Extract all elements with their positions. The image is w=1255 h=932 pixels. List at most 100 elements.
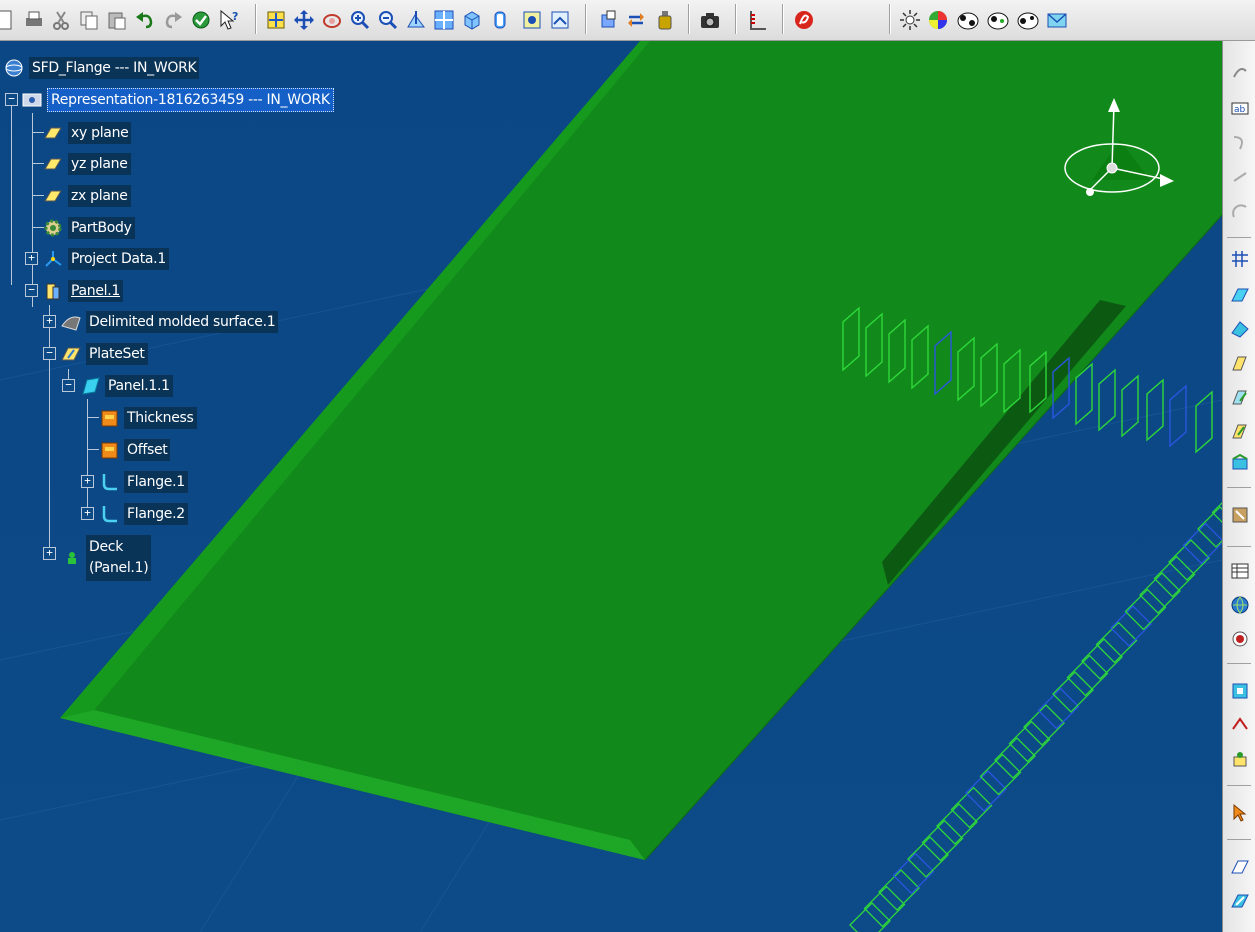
- hide-show-icon[interactable]: [520, 7, 544, 33]
- table-icon[interactable]: [1227, 557, 1253, 585]
- tree-item-thickness[interactable]: Thickness: [98, 405, 197, 431]
- toolbar-separator: [1227, 839, 1251, 840]
- zoom-out-icon[interactable]: [376, 7, 400, 33]
- fit-all-in-icon[interactable]: [264, 7, 288, 33]
- line-icon[interactable]: [1227, 163, 1253, 191]
- tree-item-yz-plane-label: yz plane: [68, 153, 131, 175]
- normal-view-icon[interactable]: [404, 7, 428, 33]
- collapse-toggle[interactable]: −: [43, 347, 56, 360]
- tree-item-deck[interactable]: Deck (Panel.1): [60, 535, 152, 581]
- collapse-toggle[interactable]: −: [62, 379, 75, 392]
- tree-item-flange-1[interactable]: Flange.1: [98, 469, 188, 495]
- parameter-icon: [98, 407, 120, 429]
- pan-icon[interactable]: [292, 7, 316, 33]
- spec-icon[interactable]: [1227, 625, 1253, 653]
- surface-tool-icon[interactable]: [1227, 315, 1253, 343]
- new-document-icon[interactable]: [0, 7, 16, 33]
- paste-icon[interactable]: [105, 7, 129, 33]
- select-arrow-icon[interactable]: [1227, 799, 1253, 827]
- create-selection-set-icon[interactable]: [597, 7, 621, 33]
- globe-icon[interactable]: [1227, 591, 1253, 619]
- redo-icon[interactable]: [161, 7, 185, 33]
- bracket-icon[interactable]: [1227, 449, 1253, 477]
- isometric-view-icon[interactable]: [460, 7, 484, 33]
- color-wheel-icon[interactable]: [926, 7, 950, 33]
- tree-item-representation[interactable]: Representation-1816263459 --- IN_WORK: [21, 87, 334, 113]
- tree-item-offset[interactable]: Offset: [98, 437, 171, 463]
- tree-item-delimited-surface[interactable]: Delimited molded surface.1: [60, 309, 279, 335]
- apply-material-icon[interactable]: [985, 7, 1009, 33]
- panel-icon: [42, 280, 64, 302]
- toolbar-separator: [585, 4, 586, 34]
- stiffener-icon[interactable]: [1227, 349, 1253, 377]
- collapse-toggle[interactable]: −: [5, 93, 18, 106]
- capture-icon[interactable]: [698, 7, 722, 33]
- tree-item-project-data[interactable]: Project Data.1: [42, 246, 169, 272]
- expand-toggle[interactable]: +: [81, 475, 94, 488]
- svg-text:ab: ab: [1234, 105, 1246, 115]
- lighting-icon[interactable]: [898, 7, 922, 33]
- curve-icon[interactable]: [1227, 129, 1253, 157]
- expand-toggle[interactable]: +: [43, 547, 56, 560]
- update-icon[interactable]: [189, 7, 213, 33]
- swap-visible-space-icon[interactable]: [548, 7, 572, 33]
- opening-icon[interactable]: [1227, 677, 1253, 705]
- tree-item-partbody[interactable]: PartBody: [42, 215, 135, 241]
- arc-icon[interactable]: [1227, 197, 1253, 225]
- mail-icon[interactable]: [1045, 7, 1069, 33]
- cut-icon[interactable]: [49, 7, 73, 33]
- tree-item-delimited-surface-label: Delimited molded surface.1: [86, 311, 279, 333]
- tree-item-yz-plane[interactable]: yz plane: [42, 151, 131, 177]
- deck-icon: [60, 547, 82, 569]
- toolbar-separator: [1227, 237, 1251, 238]
- edit-plate-icon[interactable]: [1227, 383, 1253, 411]
- material-library-icon[interactable]: [1015, 7, 1039, 33]
- tree-item-xy-plane[interactable]: xy plane: [42, 120, 132, 146]
- expand-toggle[interactable]: +: [25, 252, 38, 265]
- tree-item-panel-1-1-label: Panel.1.1: [105, 375, 173, 397]
- representation-icon: [21, 89, 43, 111]
- plate-tool-icon[interactable]: [1227, 281, 1253, 309]
- swap-representation-icon[interactable]: [625, 7, 649, 33]
- rotate-icon[interactable]: [320, 7, 344, 33]
- material-cow-icon[interactable]: [955, 7, 979, 33]
- tree-item-zx-plane[interactable]: zx plane: [42, 183, 131, 209]
- specification-tree: SFD_Flange --- IN_WORK − Representation-…: [0, 41, 380, 601]
- tree-item-panel-1-1[interactable]: Panel.1.1: [79, 373, 173, 399]
- sketch-icon[interactable]: [1227, 57, 1253, 85]
- multi-view-icon[interactable]: [432, 7, 456, 33]
- split-icon[interactable]: [1227, 887, 1253, 915]
- expand-toggle[interactable]: +: [43, 315, 56, 328]
- tree-item-flange-2[interactable]: Flange.2: [98, 501, 188, 527]
- tree-item-panel[interactable]: Panel.1: [42, 278, 124, 304]
- tree-root-label: SFD_Flange --- IN_WORK: [29, 57, 200, 79]
- enovia-icon[interactable]: [792, 7, 816, 33]
- measure-icon[interactable]: [745, 7, 769, 33]
- text-annotation-icon[interactable]: ab: [1227, 93, 1253, 121]
- zoom-in-icon[interactable]: [348, 7, 372, 33]
- whats-this-icon[interactable]: ?: [217, 7, 241, 33]
- print-icon[interactable]: [22, 7, 46, 33]
- weld-icon[interactable]: [1227, 745, 1253, 773]
- expand-toggle[interactable]: +: [81, 507, 94, 520]
- undo-icon[interactable]: [133, 7, 157, 33]
- tree-item-plateset[interactable]: PlateSet: [60, 341, 148, 367]
- toolbar-separator: [782, 4, 783, 34]
- tree-item-xy-plane-label: xy plane: [68, 122, 132, 144]
- edit-profile-icon[interactable]: [1227, 417, 1253, 445]
- cut-out-icon[interactable]: [1227, 711, 1253, 739]
- copy-icon[interactable]: [77, 7, 101, 33]
- section-icon[interactable]: [1227, 853, 1253, 881]
- tree-root[interactable]: SFD_Flange --- IN_WORK: [3, 55, 200, 81]
- assembly-icon[interactable]: [1227, 501, 1253, 529]
- toolbar-separator: [1227, 487, 1251, 488]
- bottle-icon[interactable]: [653, 7, 677, 33]
- axis-system-icon: [42, 248, 64, 270]
- grid-icon[interactable]: [1227, 245, 1253, 273]
- tree-item-representation-label: Representation-1816263459 --- IN_WORK: [47, 88, 334, 112]
- shading-icon[interactable]: [488, 7, 512, 33]
- toolbar-separator: [1227, 663, 1251, 664]
- tree-item-zx-plane-label: zx plane: [68, 185, 131, 207]
- collapse-toggle[interactable]: −: [25, 284, 38, 297]
- tree-item-deck-label: Deck (Panel.1): [86, 535, 152, 581]
